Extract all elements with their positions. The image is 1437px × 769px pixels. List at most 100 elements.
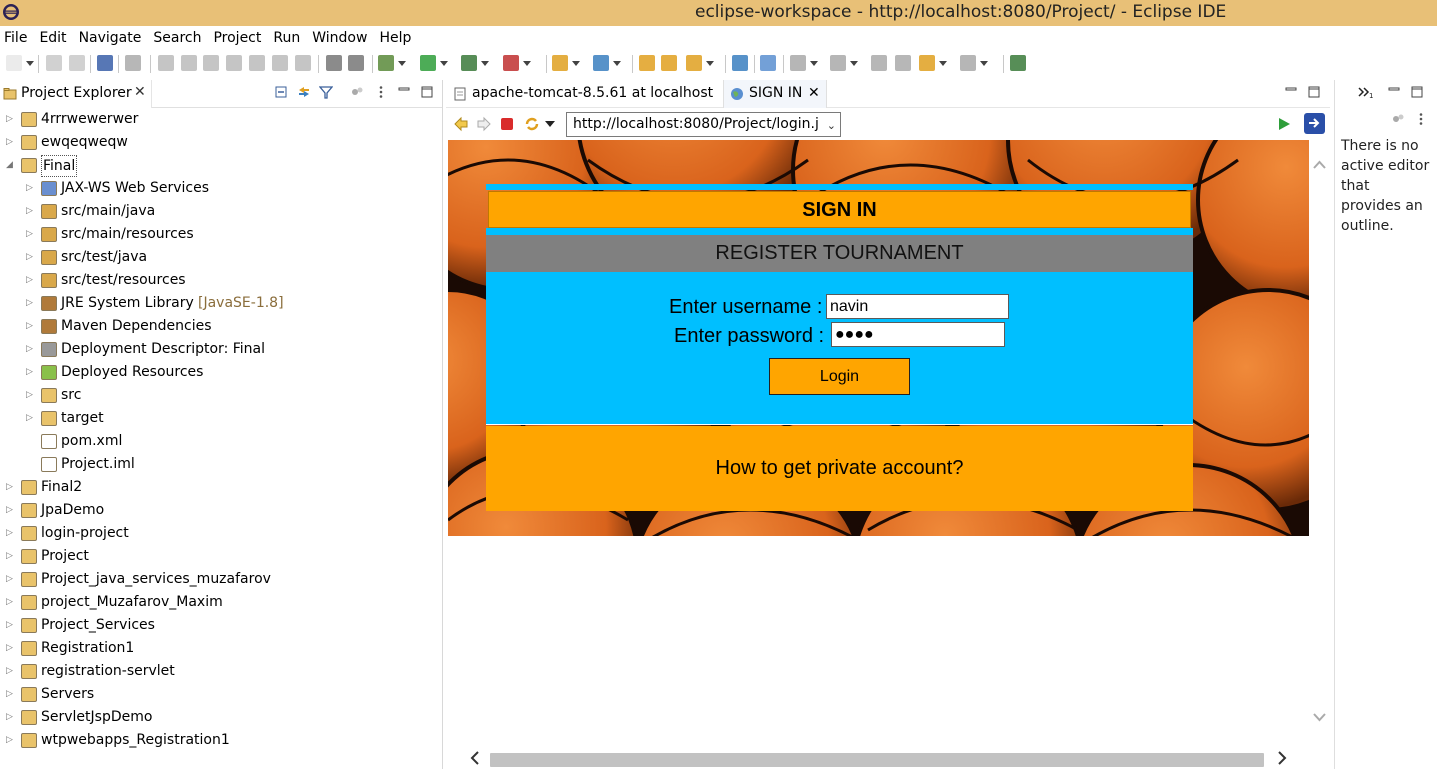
tree-item[interactable]: Project.iml [0, 453, 442, 476]
collapsed-arrow-icon[interactable]: ▷ [26, 200, 36, 223]
close-icon[interactable]: ✕ [808, 85, 820, 101]
focus-icon[interactable] [350, 85, 364, 99]
terminate-icon[interactable] [203, 55, 219, 71]
external-tools-icon[interactable] [503, 55, 531, 71]
collapsed-arrow-icon[interactable]: ▷ [26, 407, 36, 430]
drop-to-frame-icon[interactable] [348, 55, 364, 71]
tree-item[interactable]: ▷ Servers [0, 683, 442, 706]
open-resource-icon[interactable] [661, 55, 677, 71]
chevron-up-icon[interactable] [1313, 160, 1326, 169]
collapsed-arrow-icon[interactable]: ▷ [6, 683, 16, 706]
tree-item[interactable]: ▷ 4rrrwewerwer [0, 108, 442, 131]
tree-item[interactable]: ▷ project_Muzafarov_Maxim [0, 591, 442, 614]
skip-breakpoints-icon[interactable] [125, 55, 141, 71]
collapsed-arrow-icon[interactable]: ▷ [6, 522, 16, 545]
menu-window[interactable]: Window [308, 26, 373, 50]
focus-icon[interactable] [1391, 112, 1405, 126]
collapsed-arrow-icon[interactable]: ▷ [6, 568, 16, 591]
last-edit-icon[interactable] [871, 55, 887, 71]
back-icon[interactable] [919, 55, 947, 71]
collapsed-arrow-icon[interactable]: ▷ [26, 177, 36, 200]
tree-item[interactable]: ▷ src/test/java [0, 246, 442, 269]
menu-navigate[interactable]: Navigate [75, 26, 148, 50]
save-all-icon[interactable] [69, 55, 85, 71]
stop-icon[interactable] [500, 117, 514, 131]
collapsed-arrow-icon[interactable]: ▷ [26, 269, 36, 292]
collapsed-arrow-icon[interactable]: ▷ [6, 591, 16, 614]
collapsed-arrow-icon[interactable]: ▷ [6, 637, 16, 660]
open-perspective-icon[interactable] [1010, 55, 1026, 71]
collapsed-arrow-icon[interactable]: ▷ [6, 476, 16, 499]
tree-item[interactable]: pom.xml [0, 430, 442, 453]
new-icon[interactable] [6, 55, 34, 71]
open-task-icon[interactable] [760, 55, 776, 71]
tree-item[interactable]: ▷ Project_java_services_muzafarov [0, 568, 442, 591]
maximize-icon[interactable] [1307, 85, 1321, 99]
menu-search[interactable]: Search [149, 26, 207, 50]
tree-item[interactable]: ▷ JAX-WS Web Services [0, 177, 442, 200]
menu-project[interactable]: Project [209, 26, 267, 50]
new-server-icon[interactable] [552, 55, 580, 71]
chevron-right-icon[interactable] [1277, 751, 1287, 765]
tree-item[interactable]: ▷ src [0, 384, 442, 407]
back-nav-icon[interactable] [895, 55, 911, 71]
tree-item[interactable]: ▷ Project [0, 545, 442, 568]
eclipse-browser-icon[interactable] [1304, 113, 1325, 134]
horizontal-scrollbar[interactable] [446, 747, 1330, 769]
save-icon[interactable] [46, 55, 62, 71]
menu-edit[interactable]: Edit [35, 26, 72, 50]
tree-item[interactable]: ▷ src/main/java [0, 200, 442, 223]
tree-item[interactable]: ▷ Project_Services [0, 614, 442, 637]
prev-annotation-icon[interactable] [830, 55, 858, 71]
run-server-icon[interactable] [461, 55, 489, 71]
tree-item[interactable]: ▷ src/main/resources [0, 223, 442, 246]
collapsed-arrow-icon[interactable]: ▷ [6, 108, 16, 131]
tree-item[interactable]: ▷ JpaDemo [0, 499, 442, 522]
password-input[interactable]: ●●●● [831, 322, 1005, 347]
collapse-all-icon[interactable] [274, 85, 288, 99]
menu-file[interactable]: File [0, 26, 33, 50]
refresh-icon[interactable] [524, 116, 540, 132]
tab-tomcat-server[interactable]: apache-tomcat-8.5.61 at localhost [446, 80, 723, 108]
collapsed-arrow-icon[interactable]: ▷ [6, 614, 16, 637]
new-class-icon[interactable] [593, 55, 621, 71]
collapsed-arrow-icon[interactable]: ▷ [26, 315, 36, 338]
outline-view-icon[interactable]: 1 [1358, 85, 1374, 99]
tab-sign-in[interactable]: SIGN IN ✕ [723, 80, 827, 108]
collapsed-arrow-icon[interactable]: ▷ [26, 361, 36, 384]
open-type-icon[interactable] [639, 55, 655, 71]
collapsed-arrow-icon[interactable]: ▷ [6, 131, 16, 154]
go-icon[interactable] [1277, 117, 1291, 131]
view-menu-icon[interactable] [1414, 112, 1428, 126]
globe-icon[interactable] [732, 55, 748, 71]
menu-run[interactable]: Run [269, 26, 306, 50]
tree-item[interactable]: ▷ Final2 [0, 476, 442, 499]
forward-icon[interactable] [476, 116, 492, 132]
collapsed-arrow-icon[interactable]: ▷ [6, 499, 16, 522]
tree-item[interactable]: ▷ ewqeqweqw [0, 131, 442, 154]
collapsed-arrow-icon[interactable]: ▷ [26, 384, 36, 407]
tree-item[interactable]: ▷ JRE System Library [JavaSE-1.8] [0, 292, 442, 315]
collapsed-arrow-icon[interactable]: ▷ [26, 246, 36, 269]
tree-item[interactable]: ▷ wtpwebapps_Registration1 [0, 729, 442, 752]
vertical-scrollbar[interactable] [1309, 140, 1330, 747]
minimize-icon[interactable] [1387, 85, 1401, 99]
chevron-down-icon[interactable] [545, 121, 555, 128]
close-icon[interactable]: ✕ [134, 84, 146, 100]
url-input[interactable]: http://localhost:8080/Project/login.jsp … [566, 112, 841, 137]
chevron-down-icon[interactable]: ⌄ [827, 119, 836, 132]
login-button[interactable]: Login [769, 358, 910, 395]
back-icon[interactable] [453, 116, 469, 132]
maximize-icon[interactable] [1410, 85, 1424, 99]
minimize-icon[interactable] [397, 85, 411, 99]
forward-icon[interactable] [960, 55, 988, 71]
disconnect-icon[interactable] [226, 55, 242, 71]
tab-project-explorer[interactable]: Project Explorer ✕ [0, 80, 152, 108]
collapsed-arrow-icon[interactable]: ▷ [26, 338, 36, 361]
minimize-icon[interactable] [1284, 85, 1298, 99]
link-with-editor-icon[interactable] [297, 85, 311, 99]
tree-item[interactable]: ▷ Deployed Resources [0, 361, 442, 384]
register-tournament-link[interactable]: REGISTER TOURNAMENT [486, 235, 1193, 272]
run-icon[interactable] [420, 55, 448, 71]
collapsed-arrow-icon[interactable]: ▷ [6, 660, 16, 683]
